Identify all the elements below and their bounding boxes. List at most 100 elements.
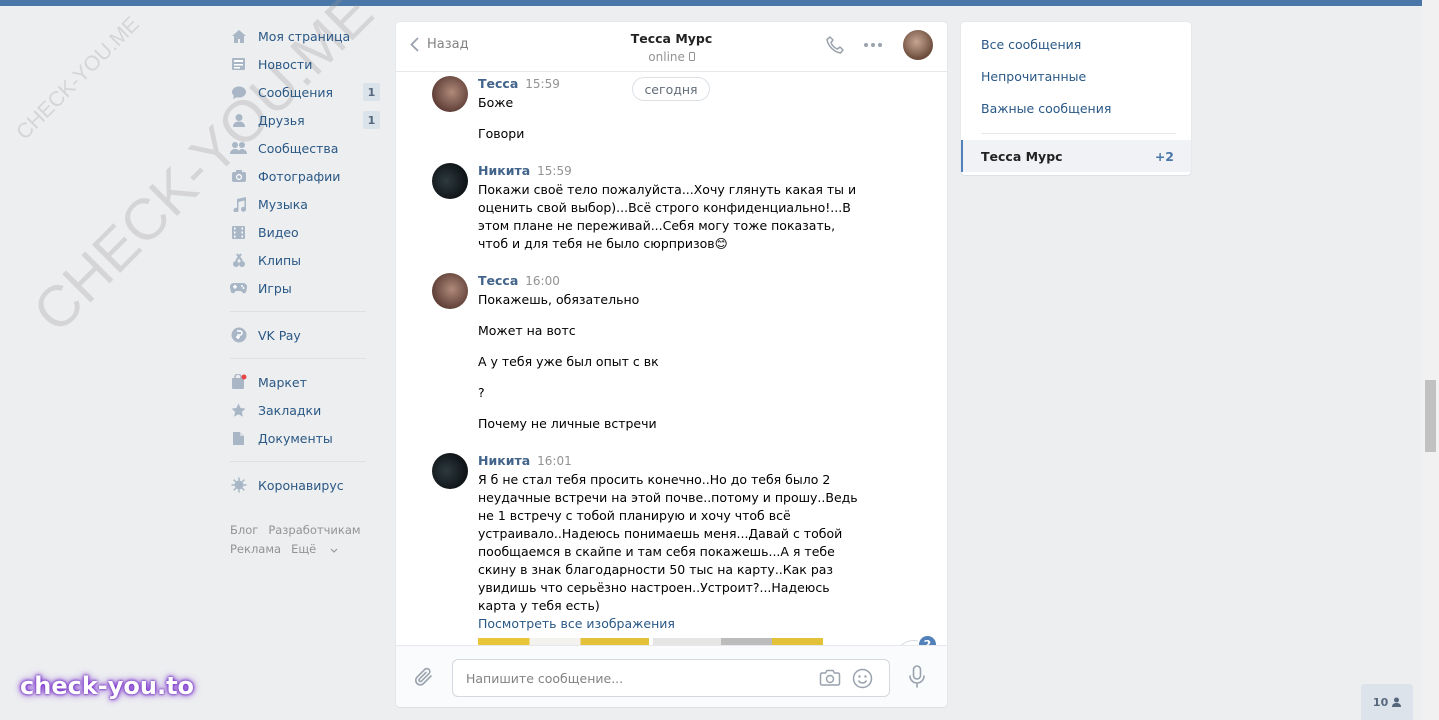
nav-item-friends[interactable]: Друзья 1 [230,106,380,134]
message-time: 16:00 [525,274,560,288]
message-text: Покажи своё тело пожалуйста...Хочу гляну… [478,182,857,251]
attachment-image[interactable] [653,638,823,645]
nav-label: Сообщения [258,84,334,100]
nav-item-video[interactable]: Видео [230,218,380,246]
phone-icon[interactable] [825,35,845,55]
paperclip-icon[interactable] [414,666,434,692]
nav-label: VK Pay [258,327,301,343]
friends-badge: 1 [363,111,380,129]
nav-label: Видео [258,224,299,240]
header-actions [807,30,933,60]
avatar[interactable] [432,163,468,199]
bookmark-icon [230,402,247,419]
message-history[interactable]: сегодня Тесса 15:59 Боже Говори Никита 15:… [396,73,947,645]
messages-filter-panel: Все сообщения Непрочитанные Важные сообщ… [961,22,1191,175]
nav-item-bookmarks[interactable]: Закладки [230,396,380,424]
camera-icon [230,168,247,185]
nav-item-my-page[interactable]: Моя страница [230,22,380,50]
microphone-icon[interactable] [907,665,927,693]
nav-label: Закладки [258,402,322,418]
page-scrollbar[interactable] [1422,0,1439,720]
message-group: Никита 16:01 Я б не стал тебя просить кон… [432,453,872,645]
message-author[interactable]: Никита [478,163,530,178]
message-input-box[interactable] [452,659,890,697]
message-text: Говори [478,126,525,141]
nav-label: Документы [258,430,333,446]
mobile-icon [688,52,695,61]
friends-icon [230,112,247,129]
nav-label: Игры [258,280,292,296]
attachment-image[interactable] [478,638,649,645]
nav-label: Сообщества [258,140,339,156]
nav-item-documents[interactable]: Документы [230,424,380,452]
footer-link-more[interactable]: Ещё [291,542,338,556]
more-icon[interactable] [863,42,883,48]
message-time: 15:59 [537,164,572,178]
message-time: 16:01 [537,454,572,468]
chat-panel: Назад Тесса Мурс online сегодня Тесса 15:… [396,22,947,707]
messages-icon [230,84,247,101]
news-icon [230,56,247,73]
document-icon [230,430,247,447]
nav-item-news[interactable]: Новости [230,50,380,78]
nav-item-games[interactable]: Игры [230,274,380,302]
peer-status-text: online [648,50,685,64]
active-conversation[interactable]: Тесса Мурс +2 [961,140,1191,172]
nav-label: Маркет [258,374,307,390]
avatar[interactable] [432,453,468,489]
message-text: А у тебя уже был опыт с вк [478,354,659,369]
message-time: 15:59 [525,77,560,91]
chat-header: Назад Тесса Мурс online [396,22,947,72]
virus-icon [230,477,247,494]
nav-label: Музыка [258,196,308,212]
filter-all-messages[interactable]: Все сообщения [961,28,1191,60]
message-text: ? [478,385,485,400]
vkpay-icon [230,327,247,344]
view-all-images-link[interactable]: Посмотреть все изображения [478,615,863,633]
online-count: 10 [1372,695,1389,709]
emoji-icon[interactable] [852,668,873,693]
message-text: Может на вотс [478,323,576,338]
filter-unread[interactable]: Непрочитанные [961,60,1191,92]
nav-item-market[interactable]: Маркет [230,368,380,396]
nav-label: Коронавирус [258,477,344,493]
message-author[interactable]: Тесса [478,76,518,91]
top-bar [0,0,1422,6]
clips-icon [230,252,247,269]
brand-watermark: check-you.to [20,672,195,700]
online-friends-button[interactable]: 10 [1361,684,1413,720]
home-icon [230,28,247,45]
nav-item-clips[interactable]: Клипы [230,246,380,274]
video-icon [230,224,247,241]
footer-link-blog[interactable]: Блог [230,523,258,537]
user-icon [1392,697,1402,707]
avatar[interactable] [432,76,468,112]
nav-item-communities[interactable]: Сообщества [230,134,380,162]
camera-icon[interactable] [819,668,841,692]
avatar[interactable] [432,273,468,309]
message-author[interactable]: Тесса [478,273,518,288]
nav-item-vkpay[interactable]: VK Pay [230,321,380,349]
nav-item-music[interactable]: Музыка [230,190,380,218]
unread-count-badge: 2 [917,634,938,645]
footer-link-ads[interactable]: Реклама [230,542,281,556]
conversation-count: +2 [1154,148,1174,164]
nav-label: Друзья [258,112,305,128]
footer-more-label: Ещё [291,542,317,556]
watermark-small: CHECK-YOU.ME [12,12,144,145]
nav-item-messages[interactable]: Сообщения 1 [230,78,380,106]
peer-avatar[interactable] [903,30,933,60]
left-nav: Моя страница Новости Сообщения 1 Друзья … [230,22,380,559]
nav-label: Моя страница [258,28,351,44]
footer-link-developers[interactable]: Разработчикам [268,523,360,537]
message-text: Боже [478,95,514,110]
filter-important[interactable]: Важные сообщения [961,92,1191,124]
scrollbar-thumb[interactable] [1425,380,1436,452]
nav-label: Новости [258,56,313,72]
message-author[interactable]: Никита [478,453,530,468]
nav-item-coronavirus[interactable]: Коронавирус [230,471,380,499]
message-input[interactable] [466,670,796,686]
nav-separator [230,461,366,462]
nav-footer: Блог Разработчикам Реклама Ещё [230,521,380,559]
nav-item-photos[interactable]: Фотографии [230,162,380,190]
